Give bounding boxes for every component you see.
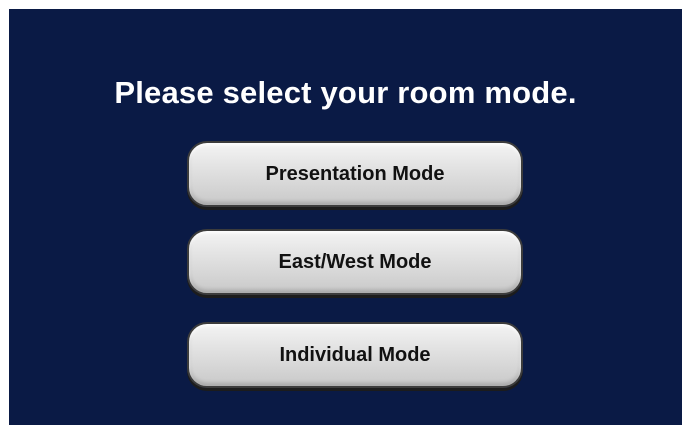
individual-mode-button[interactable]: Individual Mode xyxy=(187,322,523,388)
individual-mode-label: Individual Mode xyxy=(279,343,431,366)
presentation-mode-button[interactable]: Presentation Mode xyxy=(187,141,523,207)
room-mode-panel: Please select your room mode. Presentati… xyxy=(9,9,682,425)
presentation-mode-label: Presentation Mode xyxy=(265,162,445,185)
east-west-mode-button[interactable]: East/West Mode xyxy=(187,229,523,295)
page-title: Please select your room mode. xyxy=(114,75,577,110)
east-west-mode-label: East/West Mode xyxy=(278,250,432,273)
